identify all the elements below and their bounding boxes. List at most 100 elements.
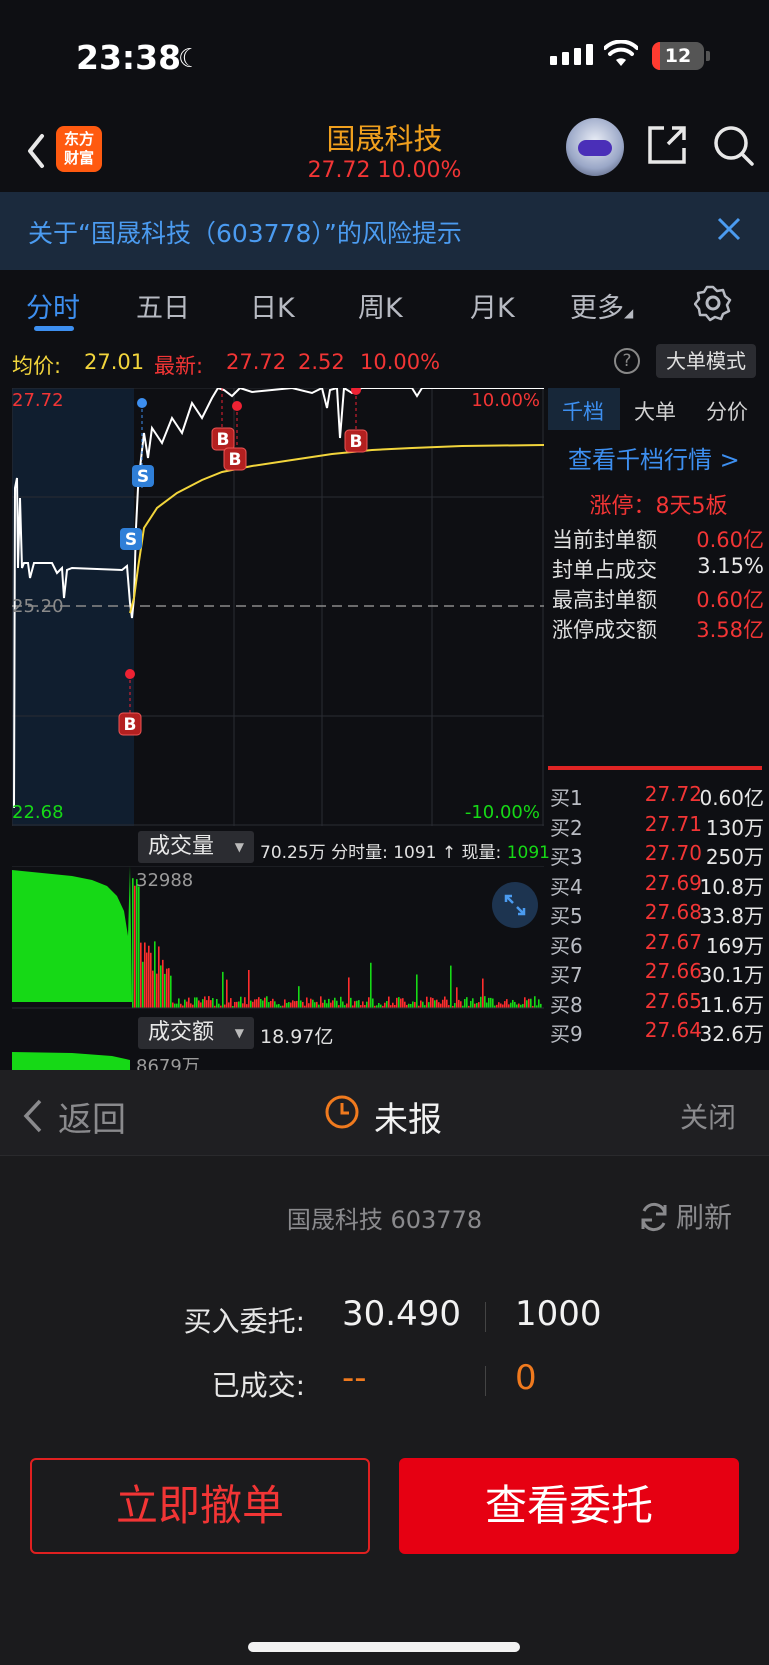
volume-bar — [350, 997, 352, 1008]
volume-bar — [136, 879, 138, 1008]
volume-bar — [262, 1000, 264, 1008]
help-icon[interactable]: ? — [614, 348, 640, 374]
svg-text:B: B — [350, 432, 363, 452]
volume-bar — [200, 1002, 202, 1008]
bid-level-row[interactable]: 买1 27.72 0.60亿 — [550, 782, 764, 812]
bid-level-row[interactable]: 买3 27.70 250万 — [550, 841, 764, 871]
tab-intraday[interactable]: 分时 — [26, 286, 80, 325]
volume-bar — [316, 1001, 318, 1008]
volume-bar — [330, 1002, 332, 1008]
volume-bar — [270, 1000, 272, 1008]
bid-level-label: 买5 — [550, 904, 583, 928]
bid-price: 27.67 — [644, 929, 702, 954]
sheet-back-button[interactable]: 返回 — [20, 1092, 126, 1141]
volume-bar — [286, 1002, 288, 1008]
bid-level-row[interactable]: 买4 27.69 10.8万 — [550, 871, 764, 901]
search-icon[interactable] — [712, 124, 756, 168]
volume-bar — [258, 997, 260, 1008]
risk-warning-text[interactable]: 关于“国晟科技（603778）”的风险提示 — [28, 214, 462, 250]
risk-warning-banner[interactable]: 关于“国晟科技（603778）”的风险提示 — [0, 192, 769, 270]
tab-daily-k[interactable]: 日K — [250, 286, 295, 325]
volume-bar — [480, 996, 482, 1008]
view-thousand-level-link[interactable]: 查看千档行情 > — [568, 440, 740, 475]
volume-bar — [346, 1003, 348, 1008]
volume-bar — [138, 886, 140, 1008]
volume-bar — [514, 1001, 516, 1008]
expand-icon[interactable] — [492, 882, 538, 928]
bid-price: 27.69 — [644, 870, 702, 895]
sheet-header: 返回 未报 关闭 — [0, 1070, 769, 1156]
tab-weekly-k[interactable]: 周K — [358, 286, 403, 325]
volume-bar — [176, 1003, 178, 1008]
tab-big-order[interactable]: 大单 — [634, 396, 676, 426]
bid-level-row[interactable]: 买5 27.68 33.8万 — [550, 900, 764, 930]
bid-level-row[interactable]: 买8 27.65 11.6万 — [550, 989, 764, 1019]
volume-bar — [150, 952, 152, 1008]
volume-bar — [276, 1004, 278, 1008]
tab-monthly-k[interactable]: 月K — [470, 286, 515, 325]
tab-more[interactable]: 更多◢ — [570, 286, 633, 325]
volume-indicator-dropdown[interactable]: 成交量 ▼ — [138, 831, 254, 863]
volume-bar — [392, 1002, 394, 1008]
bid-price: 27.68 — [644, 900, 702, 924]
volume-bar — [260, 998, 262, 1008]
volume-bar — [226, 979, 228, 1008]
share-icon[interactable] — [646, 124, 688, 166]
order-status-sheet: 返回 未报 关闭 国晟科技 603778 刷新 买入委托: 30.490 100… — [0, 1070, 769, 1665]
volume-bar — [504, 1001, 506, 1008]
period-volume-value: 1091 — [393, 843, 437, 863]
volume-dropdown-label: 成交量 — [148, 834, 215, 859]
view-orders-button[interactable]: 查看委托 — [399, 1458, 739, 1554]
close-icon[interactable] — [716, 216, 742, 242]
big-order-mode-button[interactable]: 大单模式 — [656, 344, 756, 378]
volume-bar — [184, 999, 186, 1008]
volume-bar — [154, 941, 156, 1008]
latest-price-value: 27.72 — [226, 350, 287, 374]
intraday-price-chart: S S B B B B 27.72 10.00% 25.20 22.68 -10… — [12, 388, 544, 826]
moon-icon: ☾ — [178, 44, 202, 74]
amount-indicator-dropdown[interactable]: 成交额 ▼ — [138, 1017, 254, 1049]
volume-bar — [538, 999, 540, 1008]
volume-bar — [158, 946, 160, 1008]
tab-five-day[interactable]: 五日 — [136, 286, 190, 325]
bid-quantity: 30.1万 — [699, 963, 764, 987]
volume-bar — [166, 968, 168, 1008]
volume-bar — [528, 998, 530, 1008]
volume-bar — [146, 952, 148, 1008]
order-filled-qty: 0 — [515, 1358, 537, 1398]
volume-bar — [522, 1004, 524, 1008]
cancel-order-button[interactable]: 立即撤单 — [30, 1458, 370, 1554]
bid-level-label: 买4 — [550, 874, 583, 899]
tab-thousand-level[interactable]: 千档 — [562, 396, 604, 426]
order-filled-label: 已成交: — [211, 1369, 305, 1402]
premarket-volume-area — [12, 866, 132, 1002]
volume-bar — [208, 996, 210, 1008]
bid-level-label: 买3 — [550, 845, 583, 869]
volume-bar — [450, 965, 452, 1008]
volume-bar — [296, 1000, 298, 1008]
bid-level-row[interactable]: 买2 27.71 130万 — [550, 812, 764, 842]
volume-bar — [386, 1001, 388, 1008]
tab-price-distribution[interactable]: 分价 — [706, 396, 748, 426]
volume-bar — [202, 999, 204, 1008]
bid-level-label: 买1 — [550, 786, 583, 810]
robot-assistant-icon[interactable] — [566, 118, 624, 176]
bid-level-row[interactable]: 买7 27.66 30.1万 — [550, 959, 764, 989]
volume-bar — [274, 1001, 276, 1008]
sheet-close-button[interactable]: 关闭 — [680, 1096, 736, 1136]
volume-bar — [470, 1000, 472, 1008]
volume-bar — [342, 1001, 344, 1008]
gear-icon[interactable] — [694, 284, 732, 322]
refresh-button[interactable]: 刷新 — [638, 1196, 732, 1236]
svg-text:B: B — [229, 450, 242, 470]
bid-price: 27.64 — [644, 1018, 702, 1042]
latest-price-label: 最新: — [154, 354, 204, 378]
refresh-icon — [641, 1202, 667, 1232]
volume-bar — [348, 977, 350, 1008]
volume-bar — [540, 1003, 542, 1008]
volume-bars-svg — [12, 865, 544, 1009]
volume-bar — [500, 1003, 502, 1008]
bid-level-row[interactable]: 买9 27.64 32.6万 — [550, 1018, 764, 1048]
volume-bar — [446, 999, 448, 1008]
bid-level-row[interactable]: 买6 27.67 169万 — [550, 930, 764, 960]
